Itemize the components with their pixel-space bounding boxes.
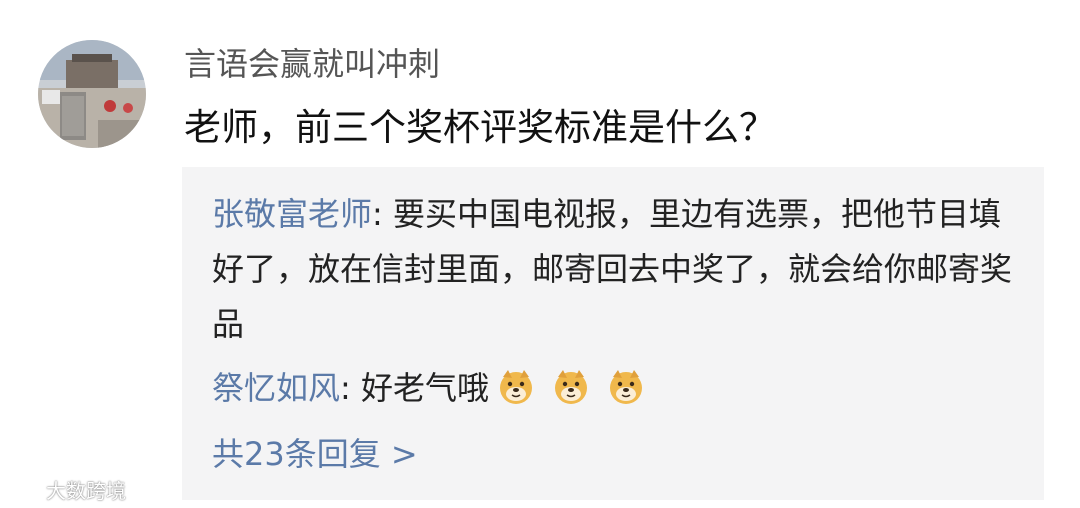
more-replies-link[interactable]: 共23条回复 > [212, 427, 418, 482]
reply-text: 好老气哦 [360, 369, 489, 407]
doge-icon [610, 370, 643, 404]
doge-icon [499, 370, 532, 404]
avatar[interactable] [38, 40, 146, 148]
reply-item: 祭忆如风: 好老气哦 [212, 361, 1022, 422]
reply-username[interactable]: 祭忆如风 [212, 369, 340, 407]
replies-panel: 张敬富老师: 要买中国电视报，里边有选票，把他节目填好了，放在信封里面，邮寄回去… [182, 167, 1044, 500]
watermark: 大数跨境 [8, 474, 126, 504]
weibo-logo-icon [10, 479, 42, 501]
reply-item: 张敬富老师: 要买中国电视报，里边有选票，把他节目填好了，放在信封里面，邮寄回去… [212, 187, 1022, 352]
watermark-text: 大数跨境 [46, 478, 126, 503]
reply-separator: : [372, 195, 393, 233]
doge-icon [555, 370, 588, 404]
reply-username[interactable]: 张敬富老师 [212, 195, 372, 233]
reply-separator: : [340, 369, 361, 407]
comment-username[interactable]: 言语会赢就叫冲刺 [184, 44, 440, 84]
emoji-group [497, 367, 652, 422]
comment-text: 老师，前三个奖杯评奖标准是什么？ [184, 106, 776, 149]
